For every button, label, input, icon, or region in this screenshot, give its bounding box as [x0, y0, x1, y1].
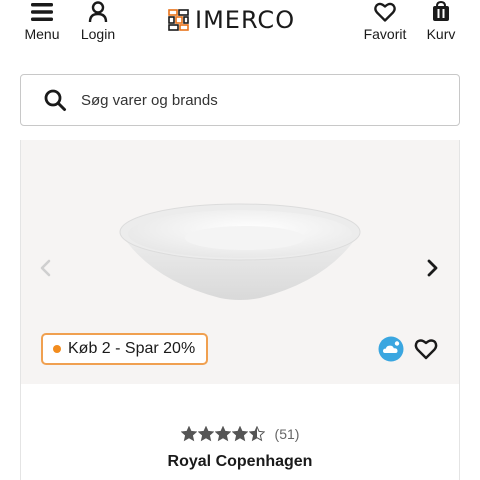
chevron-left-icon — [40, 259, 51, 277]
search-input[interactable]: Søg varer og brands — [81, 92, 218, 109]
product-image-carousel[interactable]: Køb 2 - Spar 20% — [21, 140, 459, 384]
menu-label: Menu — [24, 26, 60, 42]
heart-icon — [414, 339, 438, 360]
favorites-label: Favorit — [363, 26, 407, 42]
product-brand[interactable]: Royal Copenhagen — [21, 453, 459, 471]
cart-button[interactable]: Kurv — [421, 0, 461, 48]
login-label: Login — [80, 26, 116, 42]
wishlist-heart-button[interactable] — [414, 337, 438, 361]
imerco-logo[interactable]: IMERCO — [168, 6, 295, 34]
favorites-button[interactable]: Favorit — [358, 0, 412, 48]
prev-image-button[interactable] — [35, 256, 55, 280]
chevron-right-icon — [427, 259, 438, 277]
promo-dot — [53, 345, 61, 353]
next-image-button[interactable] — [423, 256, 443, 280]
basket-icon — [431, 0, 451, 24]
product-image-bowl — [119, 203, 361, 300]
star-icon — [248, 426, 265, 442]
star-icon — [231, 426, 248, 442]
logo-text: IMERCO — [195, 6, 296, 34]
star-icon — [197, 426, 214, 442]
promo-badge-text: Køb 2 - Spar 20% — [68, 340, 196, 357]
product-rating[interactable]: (51) — [21, 426, 459, 442]
review-count: (51) — [274, 426, 300, 442]
user-icon — [88, 0, 108, 24]
search-bar[interactable]: Søg varer og brands — [20, 74, 460, 126]
heart-icon — [374, 0, 396, 24]
product-card[interactable]: Køb 2 - Spar 20% (51) Royal Copenhagen — [20, 140, 460, 480]
logo-mark-icon — [168, 9, 189, 31]
promo-badge: Køb 2 - Spar 20% — [41, 333, 209, 365]
site-header: Menu Login IMERCO Favorit Kurv — [0, 0, 480, 56]
hamburger-icon — [31, 0, 53, 24]
rating-stars — [180, 426, 266, 442]
cart-label: Kurv — [426, 26, 456, 42]
star-icon — [180, 426, 197, 442]
login-button[interactable]: Login — [76, 0, 120, 48]
cloud-icon[interactable] — [378, 336, 404, 362]
menu-button[interactable]: Menu — [22, 0, 62, 48]
star-icon — [214, 426, 231, 442]
search-icon — [43, 88, 67, 112]
